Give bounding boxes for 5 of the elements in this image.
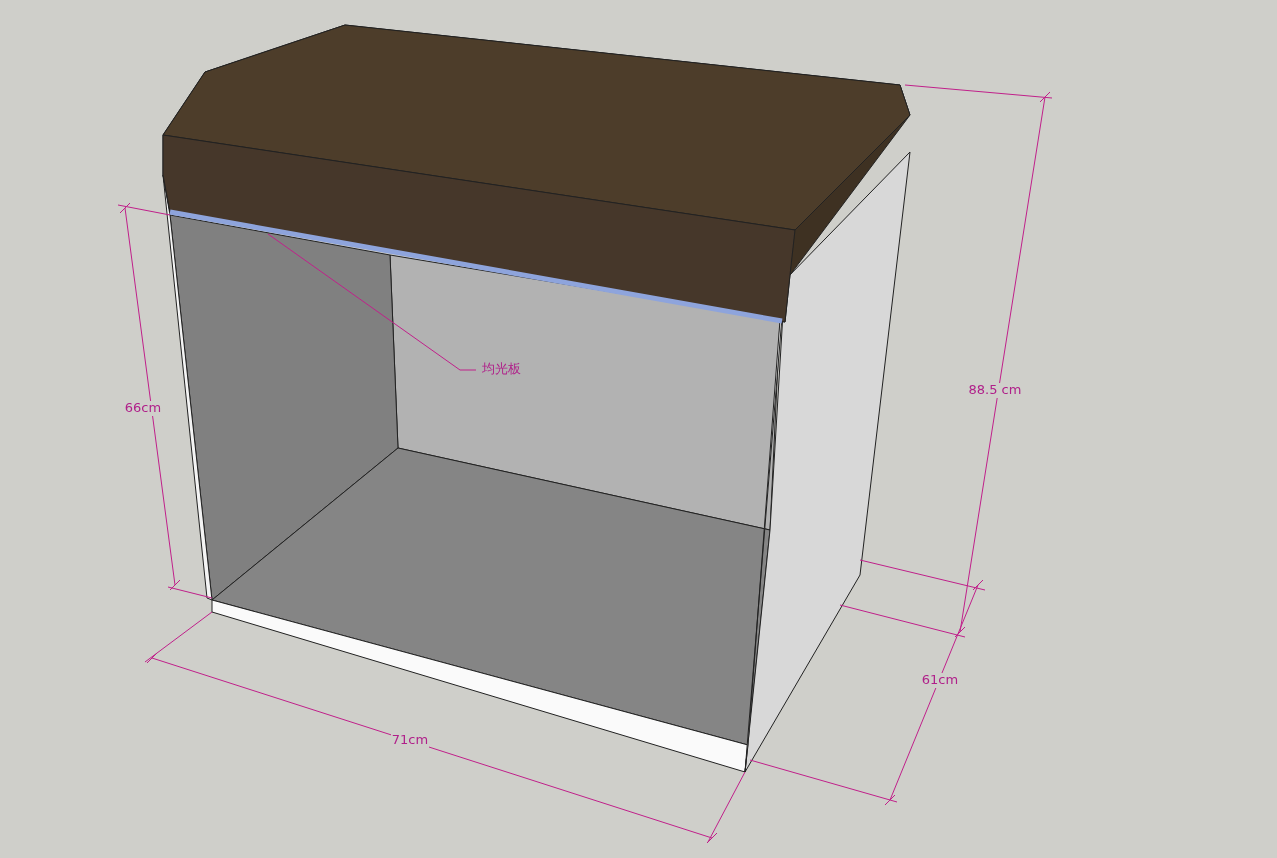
dimension-label: 88.5 cm (968, 382, 1022, 397)
dimension-label: 71cm (391, 732, 429, 747)
callout-label: 均光板 (482, 361, 521, 376)
dimension-label: 61cm (921, 672, 959, 687)
dimension-label: 66cm (124, 400, 162, 415)
